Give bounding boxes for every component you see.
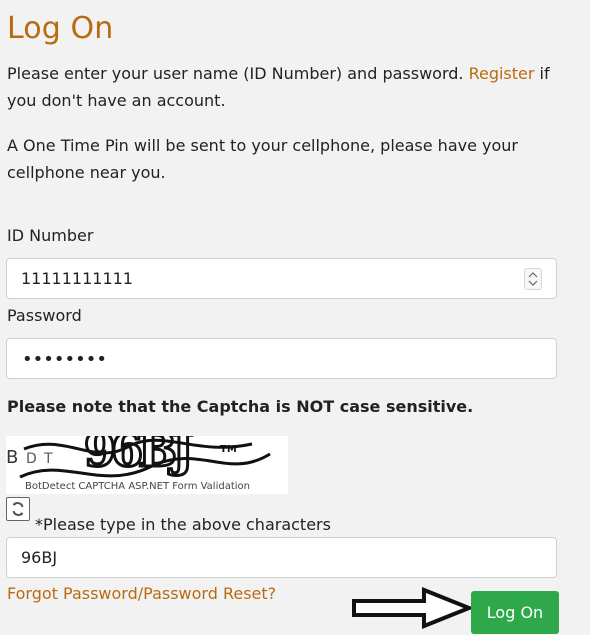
number-stepper-icon[interactable] <box>524 268 542 290</box>
arrow-right-icon <box>352 587 471 629</box>
captcha-caption: BotDetect CAPTCHA ASP.NET Form Validatio… <box>25 481 250 492</box>
intro-text: Please enter your user name (ID Number) … <box>7 60 567 114</box>
login-page: Log On Please enter your user name (ID N… <box>0 0 590 635</box>
intro-text-before-link: Please enter your user name (ID Number) … <box>7 64 469 83</box>
svg-text:TM: TM <box>220 444 237 455</box>
page-title: Log On <box>7 11 114 46</box>
logon-button[interactable]: Log On <box>471 591 559 634</box>
password-label: Password <box>7 306 82 325</box>
id-number-value: 11111111111 <box>21 269 133 288</box>
captcha-input-value: 96BJ <box>21 548 58 567</box>
svg-text:B: B <box>6 447 18 468</box>
refresh-arrows-icon <box>12 502 24 516</box>
stepper-chevrons-icon <box>528 272 538 286</box>
captcha-prompt: *Please type in the above characters <box>35 515 331 534</box>
svg-text:T: T <box>43 451 53 467</box>
register-link[interactable]: Register <box>469 64 535 83</box>
captcha-note: Please note that the Captcha is NOT case… <box>7 397 474 416</box>
svg-text:D: D <box>26 451 37 467</box>
id-number-label: ID Number <box>7 226 94 245</box>
id-number-field[interactable]: 11111111111 <box>6 258 557 299</box>
password-field[interactable]: •••••••• <box>6 338 557 379</box>
otp-notice: A One Time Pin will be sent to your cell… <box>7 136 518 182</box>
captcha-input[interactable]: 96BJ <box>6 537 557 578</box>
refresh-icon[interactable] <box>6 497 30 521</box>
password-mask: •••••••• <box>22 349 107 370</box>
captcha-image: B D T 96BJ TM BotDetect CAPTCHA ASP.NET … <box>6 436 288 494</box>
forgot-password-link[interactable]: Forgot Password/Password Reset? <box>7 584 276 604</box>
